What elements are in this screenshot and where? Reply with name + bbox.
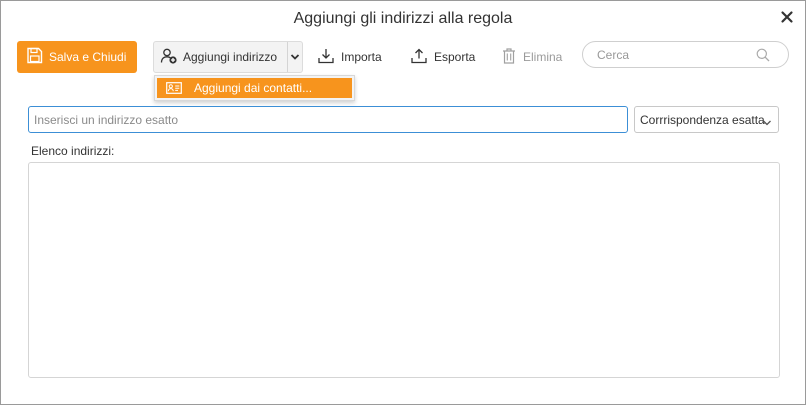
- address-list[interactable]: [28, 162, 780, 378]
- delete-button[interactable]: Elimina: [501, 41, 562, 73]
- toolbar: Salva e Chiudi Aggiungi indirizzo Import…: [17, 41, 792, 73]
- export-button[interactable]: Esporta: [410, 41, 475, 73]
- trash-icon: [501, 47, 517, 68]
- close-icon[interactable]: [779, 9, 795, 25]
- import-label: Importa: [341, 50, 382, 64]
- user-plus-icon: [160, 47, 178, 68]
- upload-icon: [410, 47, 428, 68]
- dialog-title: Aggiungi gli indirizzi alla regola: [293, 10, 513, 27]
- add-address-dropdown-menu: Aggiungi dai contatti...: [154, 75, 355, 101]
- contact-card-icon: [166, 82, 182, 94]
- chevron-down-icon: [290, 50, 300, 64]
- search-box: [582, 41, 789, 68]
- chevron-down-icon: [762, 116, 772, 126]
- address-field-container: [28, 106, 628, 133]
- save-and-close-label: Salva e Chiudi: [49, 50, 127, 64]
- add-address-button[interactable]: Aggiungi indirizzo: [154, 42, 287, 72]
- address-input[interactable]: [34, 111, 622, 129]
- search-input[interactable]: [597, 46, 757, 64]
- export-label: Esporta: [434, 50, 476, 64]
- search-icon[interactable]: [756, 48, 770, 62]
- match-type-select[interactable]: Corrrispondenza esatta: [634, 106, 779, 133]
- title-bar: Aggiungi gli indirizzi alla regola: [1, 1, 805, 37]
- match-type-value: Corrrispondenza esatta: [640, 112, 765, 127]
- download-icon: [317, 47, 335, 68]
- add-address-label: Aggiungi indirizzo: [183, 50, 278, 64]
- menu-item-add-from-contacts[interactable]: Aggiungi dai contatti...: [157, 78, 352, 98]
- address-list-label: Elenco indirizzi:: [31, 144, 115, 158]
- import-button[interactable]: Importa: [317, 41, 382, 73]
- floppy-disk-icon: [26, 47, 43, 67]
- add-address-dropdown-toggle[interactable]: [287, 42, 302, 72]
- delete-label: Elimina: [523, 50, 563, 64]
- save-and-close-button[interactable]: Salva e Chiudi: [17, 41, 137, 73]
- add-address-split-button: Aggiungi indirizzo: [153, 41, 303, 73]
- menu-item-label: Aggiungi dai contatti...: [194, 81, 313, 95]
- dialog-window: Aggiungi gli indirizzi alla regola Salva…: [0, 0, 806, 405]
